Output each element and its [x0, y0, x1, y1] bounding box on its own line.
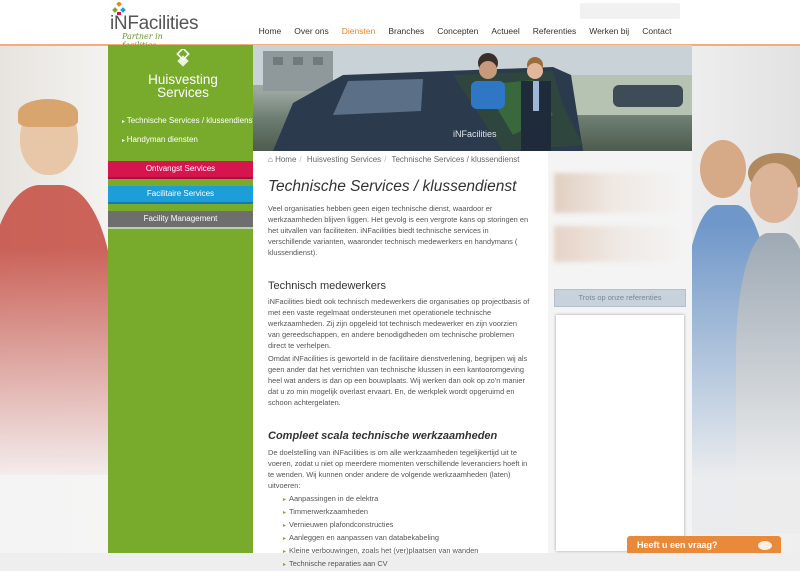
breadcrumb-current: Technische Services / klussendienst: [391, 155, 520, 164]
nav-branches[interactable]: Branches: [382, 26, 431, 36]
nav-home[interactable]: Home: [252, 26, 288, 36]
nav-referenties[interactable]: Referenties: [526, 26, 582, 36]
list-item: Timmerwerkzaamheden: [283, 506, 478, 519]
sidebar-item-technische-services[interactable]: Technische Services / klussendienst: [122, 112, 255, 131]
intro-paragraph: Veel organisaties hebben geen eigen tech…: [268, 204, 529, 257]
hero-van-text: iNFacilities: [453, 129, 497, 139]
facilitaire-services-button[interactable]: Facilitaire Services: [108, 186, 253, 204]
chat-label: Heeft u een vraag?: [637, 540, 718, 550]
references-button[interactable]: Trots op onze referenties: [554, 289, 686, 307]
sidebar-item-handyman[interactable]: Handyman diensten: [122, 131, 255, 150]
chat-bubble-icon: [758, 541, 772, 550]
section1-paragraph-2: Omdat iNFacilities is geworteld in de fa…: [268, 354, 528, 407]
background-photo-left: [0, 45, 108, 553]
nav-actueel[interactable]: Actueel: [485, 26, 526, 36]
home-icon: ⌂: [268, 155, 273, 164]
facility-management-button[interactable]: Facility Management: [108, 211, 253, 229]
section1-paragraph-1: iNFacilities biedt ook technisch medewer…: [268, 297, 530, 350]
main-content: ⌂ Home / Huisvesting Services / Technische…: [253, 151, 548, 568]
list-item: Vernieuwen plafondconstructies: [283, 519, 478, 532]
section-heading-technisch-medewerkers: Technisch medewerkers: [268, 280, 386, 292]
section2-paragraph: De doelstelling van iNFacilities is om a…: [268, 448, 528, 490]
sidebar-logo: Huisvesting Services: [128, 47, 238, 109]
ontvangst-services-button[interactable]: Ontvangst Services: [108, 161, 253, 179]
breadcrumb-home[interactable]: Home: [275, 155, 296, 164]
site-header: iNFacilities Partner in facilities Home …: [0, 0, 800, 50]
nav-werken-bij[interactable]: Werken bij: [583, 26, 636, 36]
list-item: Technische reparaties aan CV: [283, 558, 478, 571]
huisvesting-logo-icon: [176, 47, 190, 67]
search-input[interactable]: [580, 3, 680, 19]
nav-diensten[interactable]: Diensten: [335, 26, 382, 36]
blurred-contact-card: [554, 226, 684, 262]
chat-widget-button[interactable]: Heeft u een vraag?: [627, 536, 781, 553]
right-column: Trots op onze referenties: [548, 151, 692, 553]
nav-concepten[interactable]: Concepten: [431, 26, 485, 36]
werkzaamheden-list: Aanpassingen in de elektra Timmerwerkzaa…: [283, 493, 478, 571]
breadcrumb: ⌂ Home / Huisvesting Services / Technische…: [268, 155, 520, 164]
sidebar: Huisvesting Services Technische Services…: [108, 45, 255, 553]
references-panel: [556, 315, 684, 551]
nav-over-ons[interactable]: Over ons: [288, 26, 336, 36]
hero-van-illustration: iNFacilities: [253, 45, 692, 151]
background-photo-right: [692, 45, 800, 553]
sidebar-subtitle: Services: [157, 85, 209, 100]
blurred-contact-card: [554, 173, 684, 213]
sidebar-links: Technische Services / klussendienst Hand…: [122, 112, 255, 150]
nav-contact[interactable]: Contact: [636, 26, 678, 36]
list-item: Aanpassingen in de elektra: [283, 493, 478, 506]
list-item: Kleine verbouwingen, zoals het (ver)plaa…: [283, 545, 478, 558]
site-logo[interactable]: iNFacilities Partner in facilities: [108, 2, 199, 50]
main-nav: Home Over ons Diensten Branches Concepte…: [252, 26, 678, 36]
list-item: Aanleggen en aanpassen van databekabelin…: [283, 532, 478, 545]
page-title: Technische Services / klussendienst: [268, 178, 517, 195]
breadcrumb-section[interactable]: Huisvesting Services: [307, 155, 381, 164]
hero-photo: iNFacilities: [253, 45, 692, 151]
section-heading-compleet-scala: Compleet scala technische werkzaamheden: [268, 430, 498, 442]
